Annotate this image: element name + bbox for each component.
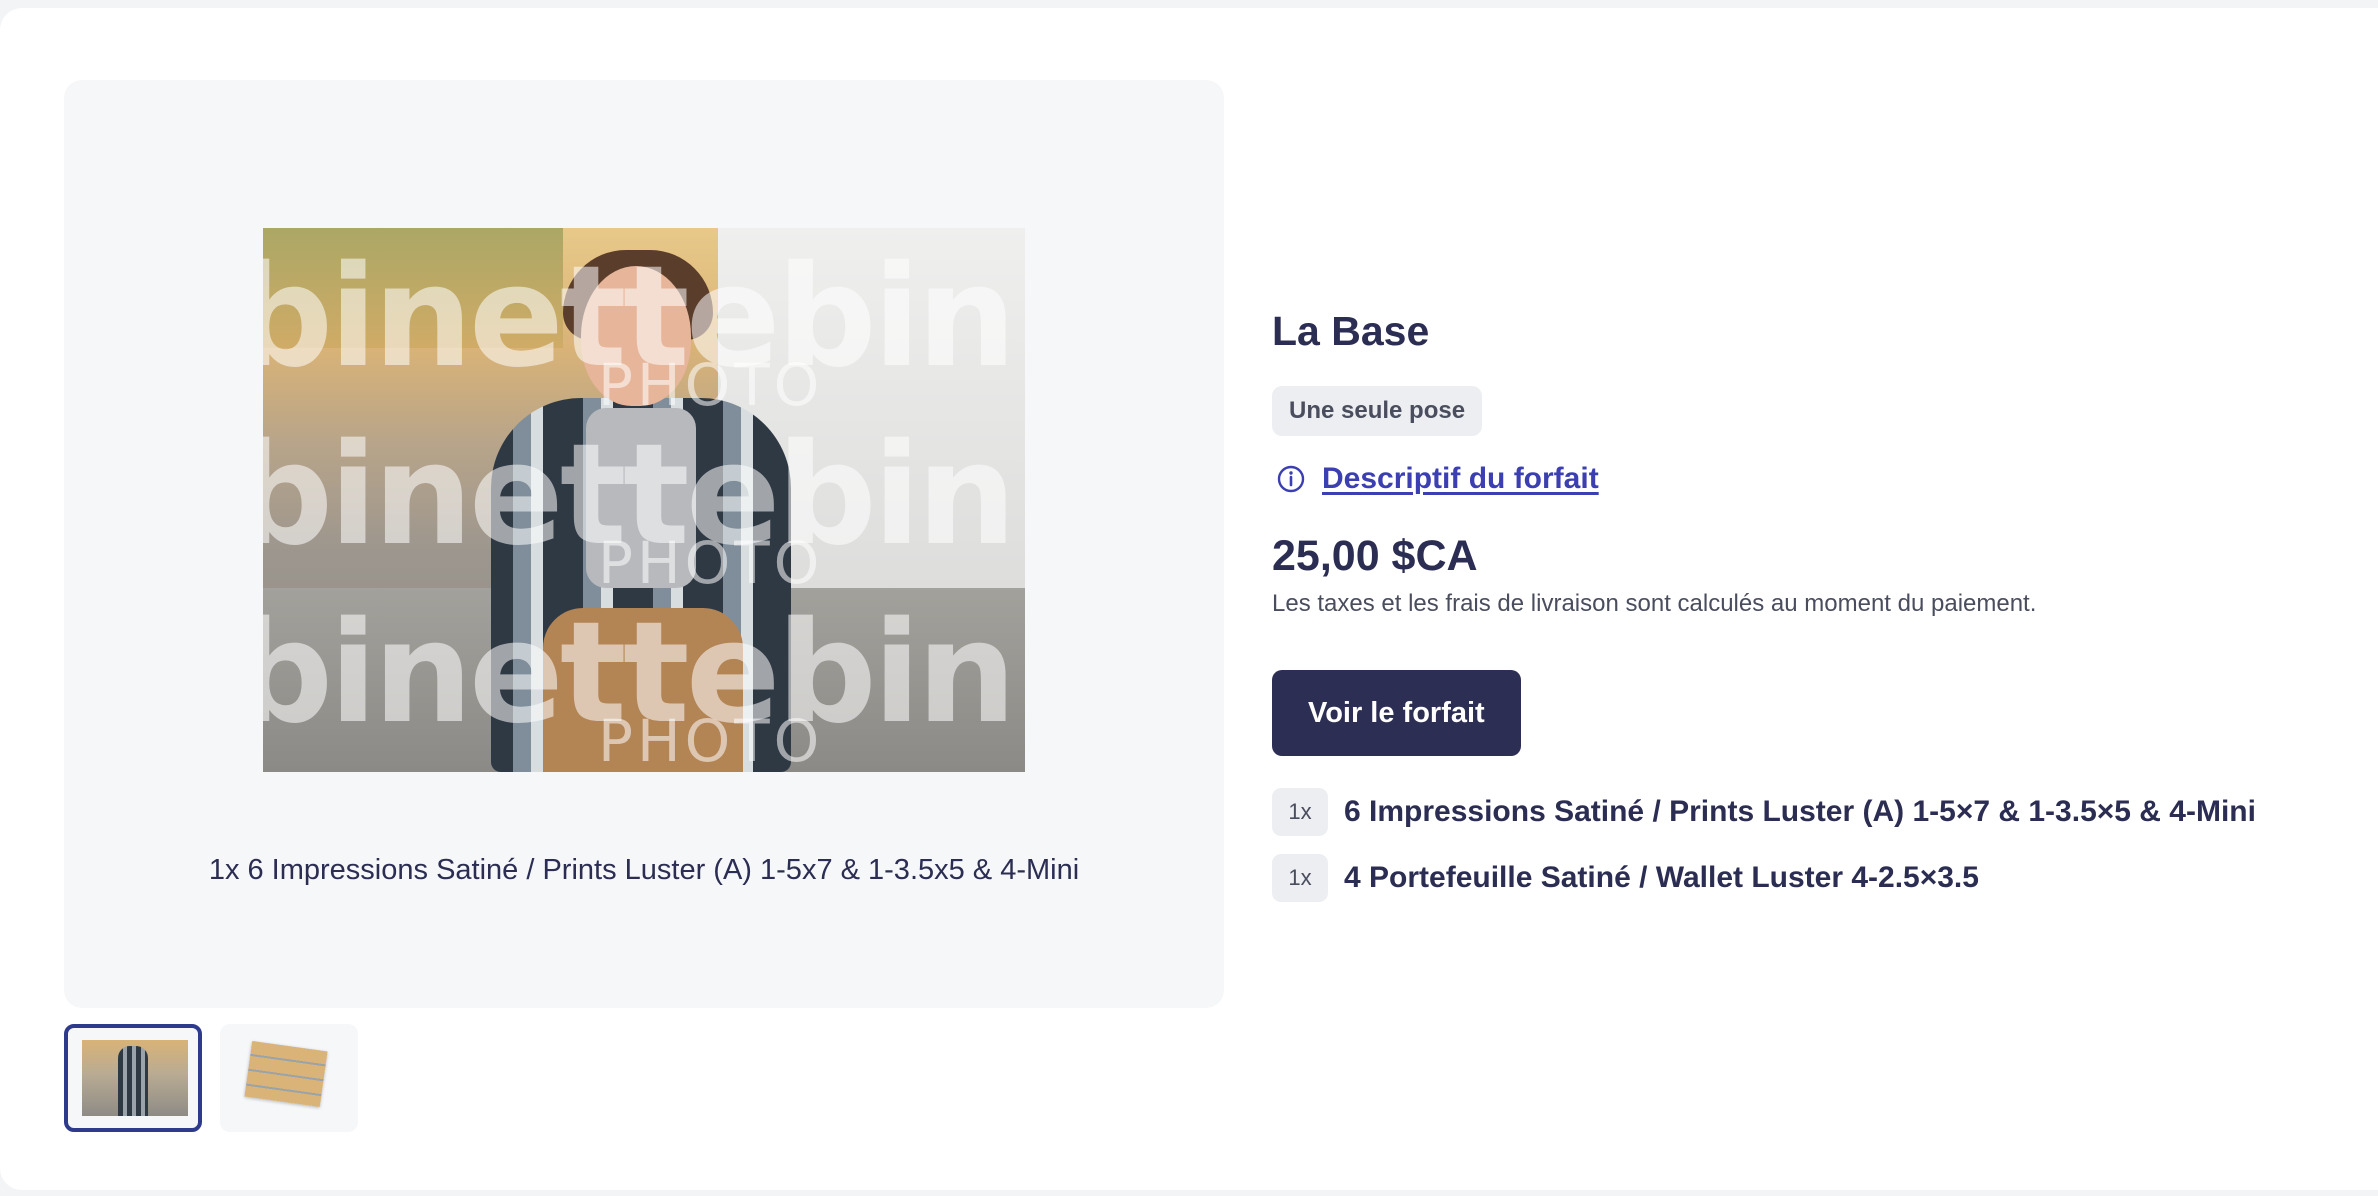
tax-shipping-note: Les taxes et les frais de livraison sont…: [1272, 590, 2037, 617]
item-quantity: 1x: [1272, 788, 1328, 836]
product-title: La Base: [1272, 308, 1430, 354]
product-price: 25,00 $CA: [1272, 532, 1478, 580]
gallery-thumbnail-2[interactable]: [220, 1024, 358, 1132]
item-quantity: 1x: [1272, 854, 1328, 902]
package-description-label[interactable]: Descriptif du forfait: [1322, 462, 1599, 496]
watermark-sub: PHOTO: [598, 707, 824, 772]
watermark-sub: PHOTO: [598, 351, 824, 419]
gallery-caption: 1x 6 Impressions Satiné / Prints Luster …: [208, 854, 1080, 886]
pose-badge: Une seule pose: [1272, 386, 1483, 436]
watermark-sub: PHOTO: [598, 529, 824, 597]
view-package-button[interactable]: Voir le forfait: [1272, 670, 1521, 756]
product-card: binettebin PHOTO binettebin PHOTO binett…: [0, 8, 2378, 1190]
package-item: 1x 4 Portefeuille Satiné / Wallet Luster…: [1272, 854, 1979, 902]
item-label: 6 Impressions Satiné / Prints Luster (A)…: [1344, 795, 2256, 828]
product-photo[interactable]: binettebin PHOTO binettebin PHOTO binett…: [263, 228, 1025, 772]
thumbnail-prints-image: [244, 1040, 328, 1108]
package-description-link[interactable]: Descriptif du forfait: [1272, 462, 1599, 496]
info-circle-icon: [1277, 465, 1305, 493]
package-item: 1x 6 Impressions Satiné / Prints Luster …: [1272, 788, 2256, 836]
thumbnail-portrait-image: [82, 1040, 188, 1116]
item-label: 4 Portefeuille Satiné / Wallet Luster 4-…: [1344, 861, 1979, 894]
gallery-thumbnail-1[interactable]: [64, 1024, 202, 1132]
product-gallery: binettebin PHOTO binettebin PHOTO binett…: [64, 80, 1224, 1008]
